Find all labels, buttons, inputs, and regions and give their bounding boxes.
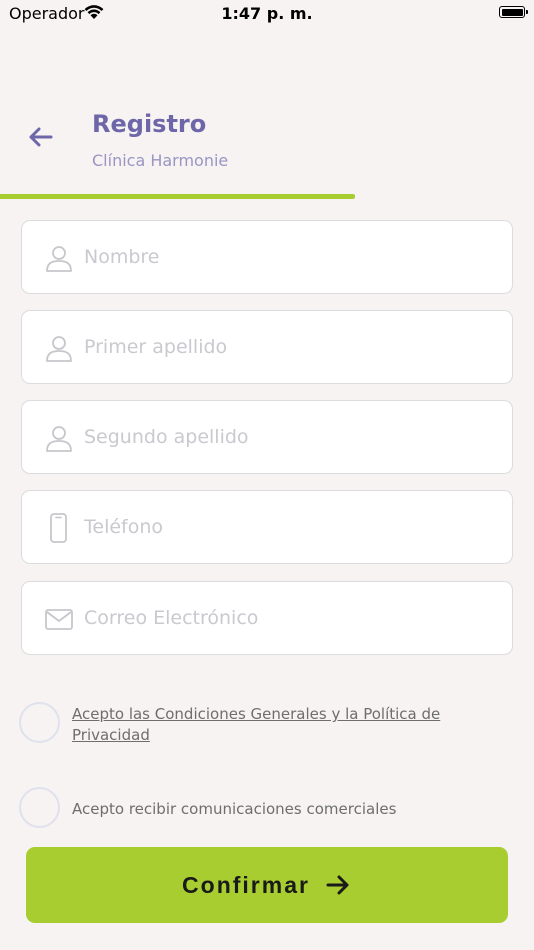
terms-line-2: Privacidad (72, 726, 150, 744)
terms-consent-row: Acepto las Condiciones Generales y la Po… (19, 702, 519, 748)
arrow-left-icon (29, 127, 53, 147)
confirm-label: Confirmar (182, 871, 310, 898)
marketing-label: Acepto recibir comunicaciones comerciale… (72, 800, 397, 818)
back-button[interactable] (24, 120, 58, 154)
phone-icon (44, 513, 74, 543)
second-surname-input[interactable] (84, 401, 494, 472)
name-input[interactable] (84, 221, 494, 292)
first-surname-input[interactable] (84, 311, 494, 382)
terms-checkbox[interactable] (19, 702, 60, 743)
marketing-checkbox[interactable] (19, 787, 60, 828)
confirm-button[interactable]: Confirmar (26, 847, 508, 923)
email-field[interactable] (21, 581, 513, 655)
status-bar: Operador 1:47 p. m. (0, 0, 534, 28)
phone-field[interactable] (21, 490, 513, 564)
arrow-right-icon (326, 875, 349, 895)
terms-link[interactable]: Acepto las Condiciones Generales y la Po… (72, 704, 440, 746)
mail-icon (44, 604, 74, 634)
person-icon (44, 333, 74, 363)
clock: 1:47 p. m. (221, 4, 313, 23)
battery-icon (499, 6, 528, 18)
person-icon (44, 423, 74, 453)
second-surname-field[interactable] (21, 400, 513, 474)
page-title: Registro (92, 110, 207, 138)
progress-bar (0, 194, 534, 199)
first-surname-field[interactable] (21, 310, 513, 384)
email-input[interactable] (84, 582, 494, 653)
name-field[interactable] (21, 220, 513, 294)
terms-line-1: Acepto las Condiciones Generales y la Po… (72, 705, 441, 723)
progress-fill (0, 194, 356, 199)
marketing-consent-row: Acepto recibir comunicaciones comerciale… (19, 787, 519, 833)
phone-input[interactable] (84, 491, 494, 562)
person-icon (44, 243, 74, 273)
page-subtitle: Clínica Harmonie (92, 151, 229, 170)
